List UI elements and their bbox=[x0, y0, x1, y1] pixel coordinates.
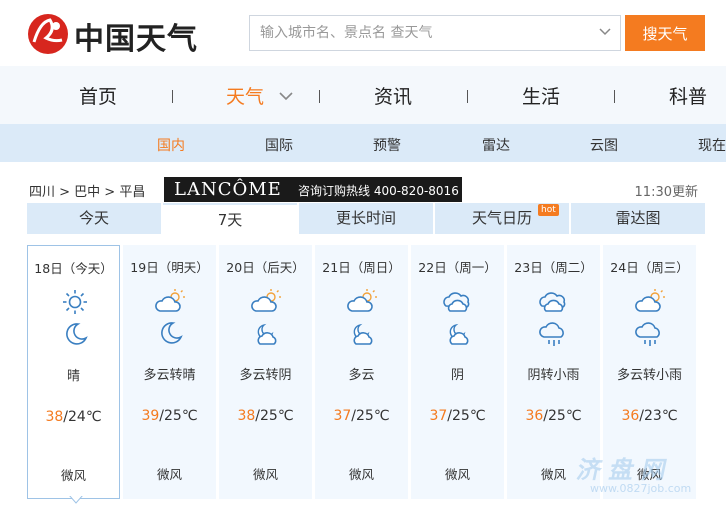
cloud-sun-icon bbox=[155, 289, 185, 312]
forecast-date: 18日（今天） bbox=[34, 261, 113, 276]
wind-level: 微风 bbox=[60, 468, 86, 483]
nav-divider bbox=[319, 90, 320, 103]
weather-description: 多云转晴 bbox=[143, 368, 196, 383]
sub-nav: 国内 国际 预警 雷达 云图 现在 bbox=[0, 124, 726, 162]
weather-description: 晴 bbox=[66, 369, 80, 384]
chevron-down-icon[interactable] bbox=[598, 25, 612, 39]
cloud-sun-icon bbox=[251, 289, 281, 312]
nav-divider bbox=[172, 90, 173, 103]
nav-divider bbox=[614, 90, 615, 103]
wind-level: 微风 bbox=[252, 467, 278, 482]
hot-badge: hot bbox=[538, 204, 559, 216]
forecast-day-card[interactable]: 21日（周日） 多云 37/25℃ 微风 bbox=[315, 245, 408, 499]
tab-radar-chart[interactable]: 雷达图 bbox=[571, 203, 705, 234]
temperature-range: 38/25℃ bbox=[219, 408, 312, 424]
sub-nav-now[interactable]: 现在 bbox=[698, 135, 726, 155]
temperature-low: /25℃ bbox=[255, 408, 294, 424]
cloud-icon bbox=[539, 292, 566, 312]
ad-text: 咨询订购热线 400-820-8016 bbox=[298, 184, 459, 198]
temperature-high: 39 bbox=[141, 408, 160, 424]
cloud-icon bbox=[443, 292, 470, 312]
ad-brand: LANCÔME bbox=[174, 179, 282, 200]
nav-divider bbox=[467, 90, 468, 103]
forecast-date: 23日（周二） bbox=[514, 260, 593, 275]
weather-description: 多云转阴 bbox=[239, 368, 292, 383]
tab-7-days[interactable]: 7天 bbox=[163, 203, 297, 234]
forecast-day-card[interactable]: 22日（周一） 阴 37/25℃ 微风 bbox=[411, 245, 504, 499]
temperature-range: 36/25℃ bbox=[507, 408, 600, 424]
forecast-day-card[interactable]: 19日（明天） 多云转晴 39/25℃ 微风 bbox=[123, 245, 216, 499]
nav-item-science[interactable]: 科普 bbox=[669, 82, 707, 109]
forecast-date: 22日（周一） bbox=[418, 260, 497, 275]
forecast-tabs: 今天 7天 更长时间 天气日历 雷达图 bbox=[27, 203, 705, 234]
temperature-range: 38/24℃ bbox=[28, 409, 119, 425]
temperature-high: 37 bbox=[333, 408, 352, 424]
temperature-low: /25℃ bbox=[543, 408, 582, 424]
temperature-low: /24℃ bbox=[63, 409, 102, 425]
weather-description: 阴转小雨 bbox=[527, 368, 580, 383]
temperature-range: 39/25℃ bbox=[123, 408, 216, 424]
nav-item-weather[interactable]: 天气 bbox=[226, 82, 264, 109]
forecast-date: 24日（周三） bbox=[610, 260, 689, 275]
forecast-date: 20日（后天） bbox=[226, 260, 305, 275]
temperature-high: 36 bbox=[621, 408, 640, 424]
sub-nav-cloud-map[interactable]: 云图 bbox=[590, 135, 618, 155]
cloud-sun-icon bbox=[635, 289, 665, 312]
cloud-moon-icon bbox=[257, 323, 277, 345]
forecast-day-card[interactable]: 20日（后天） 多云转阴 38/25℃ 微风 bbox=[219, 245, 312, 499]
temperature-range: 36/23℃ bbox=[603, 408, 696, 424]
temperature-low: /25℃ bbox=[351, 408, 390, 424]
main-nav: 首页 天气 资讯 生活 科普 bbox=[0, 66, 726, 124]
forecast-day-card[interactable]: 18日（今天） 晴 38/24℃ 微风 bbox=[27, 245, 120, 499]
site-header: 中国天气 搜天气 bbox=[0, 0, 726, 66]
cloud-moon-icon bbox=[353, 323, 373, 345]
wind-level: 微风 bbox=[156, 467, 182, 482]
moon-icon bbox=[161, 322, 183, 344]
weather-description: 多云转小雨 bbox=[616, 368, 682, 383]
chevron-down-icon[interactable] bbox=[278, 88, 294, 104]
forecast-date: 21日（周日） bbox=[322, 260, 401, 275]
rain-icon bbox=[539, 322, 564, 346]
wind-level: 微风 bbox=[348, 467, 374, 482]
breadcrumb[interactable]: 四川 > 巴中 > 平昌 bbox=[29, 181, 145, 200]
watermark: 济 盘 网 bbox=[574, 456, 670, 484]
sub-nav-domestic[interactable]: 国内 bbox=[157, 135, 185, 155]
sun-icon bbox=[63, 290, 87, 314]
sub-nav-radar[interactable]: 雷达 bbox=[482, 135, 510, 155]
temperature-low: /23℃ bbox=[639, 408, 678, 424]
search-box[interactable] bbox=[249, 15, 621, 51]
temperature-high: 37 bbox=[429, 408, 448, 424]
update-time: 11:30更新 bbox=[634, 185, 698, 200]
forecast-date: 19日（明天） bbox=[130, 260, 209, 275]
brand-title[interactable]: 中国天气 bbox=[74, 14, 198, 58]
temperature-range: 37/25℃ bbox=[315, 408, 408, 424]
ad-banner[interactable]: LANCÔME 咨询订购热线 400-820-8016 bbox=[164, 177, 462, 202]
temperature-high: 38 bbox=[237, 408, 256, 424]
search-input[interactable] bbox=[250, 16, 590, 50]
nav-item-life[interactable]: 生活 bbox=[522, 82, 560, 109]
logo-seal-icon[interactable] bbox=[26, 12, 70, 56]
watermark-url: www.0827job.com bbox=[590, 482, 692, 495]
sub-nav-warning[interactable]: 预警 bbox=[373, 135, 401, 155]
weather-description: 阴 bbox=[450, 368, 464, 383]
nav-item-news[interactable]: 资讯 bbox=[374, 82, 412, 109]
cloud-sun-icon bbox=[347, 289, 377, 312]
temperature-low: /25℃ bbox=[159, 408, 198, 424]
search-weather-button[interactable]: 搜天气 bbox=[625, 15, 705, 51]
temperature-high: 38 bbox=[45, 409, 64, 425]
nav-item-home[interactable]: 首页 bbox=[79, 82, 117, 109]
rain-icon bbox=[635, 322, 660, 346]
temperature-range: 37/25℃ bbox=[411, 408, 504, 424]
temperature-low: /25℃ bbox=[447, 408, 486, 424]
wind-level: 微风 bbox=[444, 467, 470, 482]
selected-day-pointer-icon bbox=[69, 495, 83, 504]
tab-longer[interactable]: 更长时间 bbox=[299, 203, 433, 234]
cloud-moon-icon bbox=[449, 323, 469, 345]
sub-nav-international[interactable]: 国际 bbox=[265, 135, 293, 155]
tab-today[interactable]: 今天 bbox=[27, 203, 161, 234]
moon-icon bbox=[66, 323, 88, 345]
weather-description: 多云 bbox=[348, 368, 375, 383]
temperature-high: 36 bbox=[525, 408, 544, 424]
